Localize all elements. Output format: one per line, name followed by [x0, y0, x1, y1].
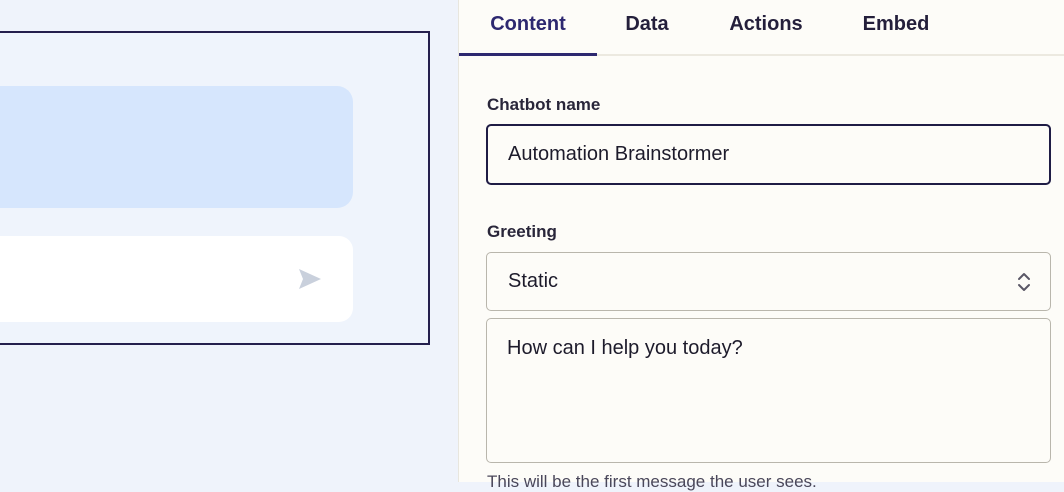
- preview-frame: [0, 31, 430, 345]
- chatbot-name-input[interactable]: [486, 124, 1051, 185]
- settings-panel: Content Data Actions Embed Chatbot name …: [458, 0, 1064, 491]
- preview-message-input[interactable]: [0, 236, 353, 322]
- greeting-bubble: [0, 86, 353, 208]
- tab-actions[interactable]: Actions: [717, 0, 815, 54]
- chatbot-preview: [0, 0, 458, 482]
- greeting-helper-text: This will be the first message the user …: [487, 472, 817, 491]
- tab-embed[interactable]: Embed: [851, 0, 941, 54]
- tab-data[interactable]: Data: [611, 0, 683, 54]
- chatbot-name-label: Chatbot name: [487, 95, 601, 114]
- send-icon[interactable]: [297, 266, 323, 292]
- greeting-type-select[interactable]: Static: [486, 252, 1051, 311]
- tab-content[interactable]: Content: [459, 0, 597, 56]
- chevron-updown-icon: [1018, 273, 1030, 291]
- tab-bar: Content Data Actions Embed: [459, 0, 1064, 56]
- greeting-type-value: Static: [508, 270, 559, 292]
- greeting-message-input[interactable]: How can I help you today?: [486, 318, 1051, 463]
- greeting-label: Greeting: [487, 222, 557, 241]
